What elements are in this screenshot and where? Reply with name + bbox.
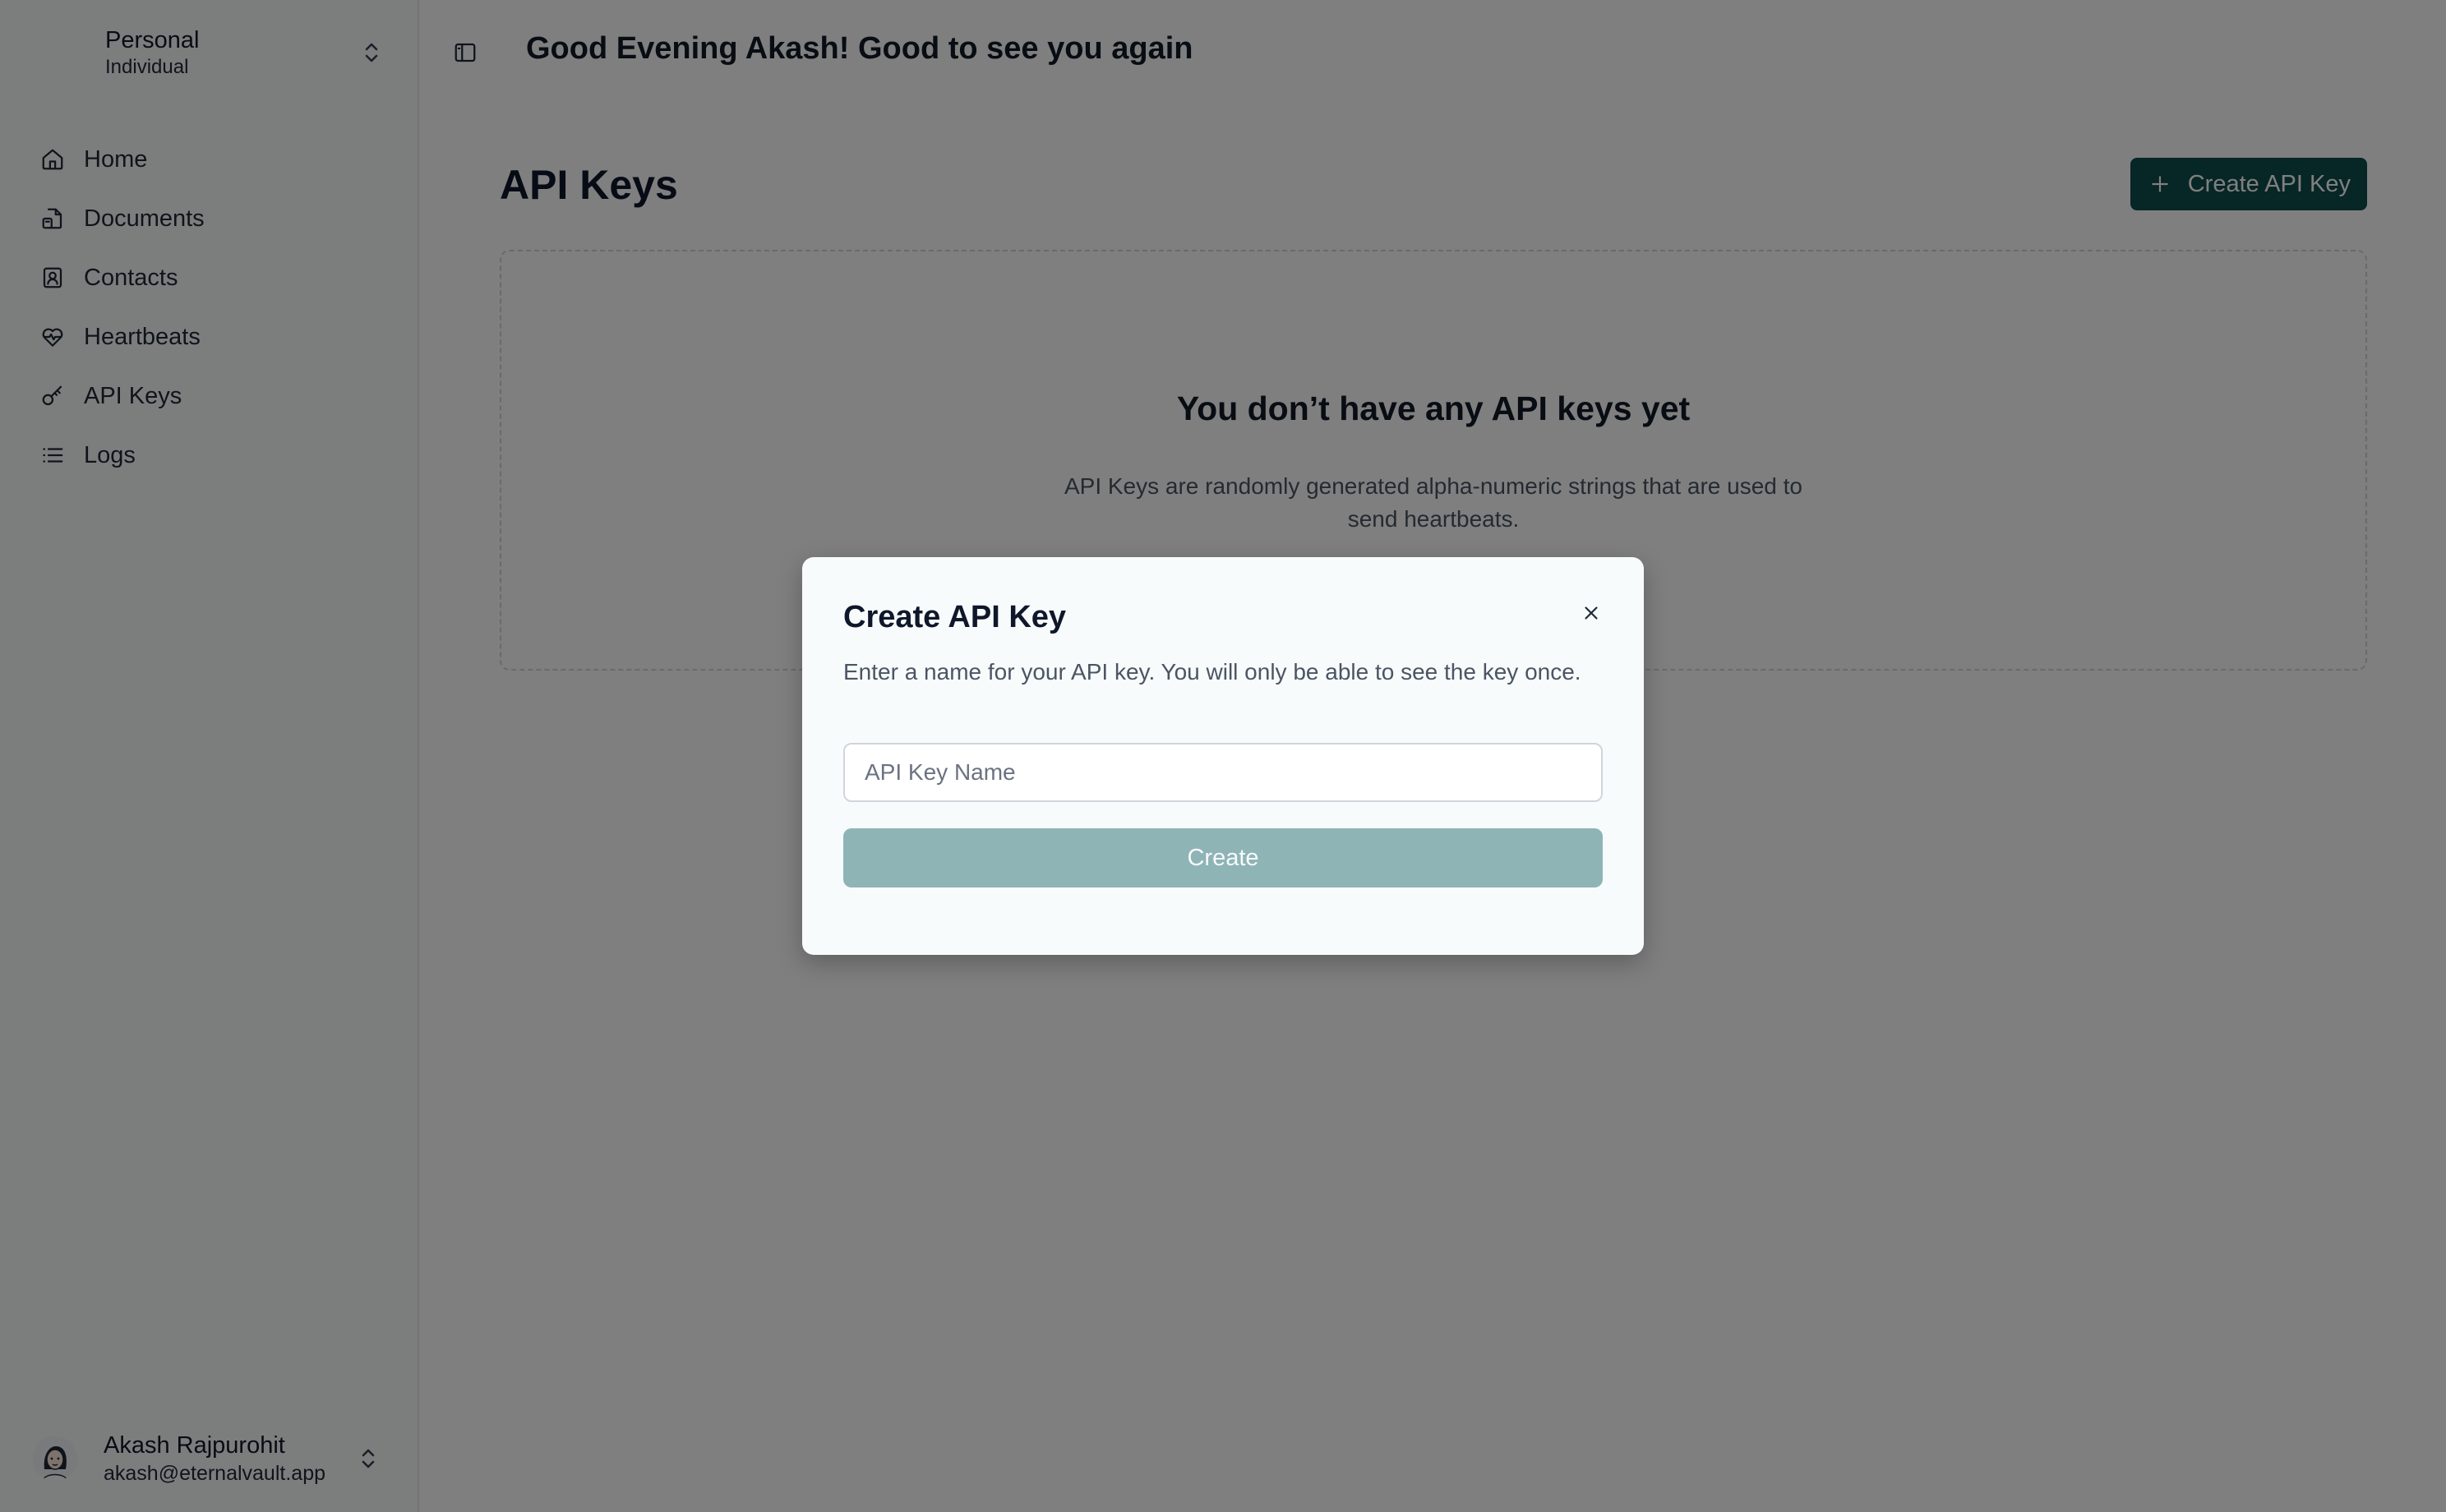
dialog-description: Enter a name for your API key. You will … <box>843 659 1581 685</box>
create-api-key-dialog: Create API Key Enter a name for your API… <box>802 557 1644 955</box>
create-button[interactable]: Create <box>843 828 1603 887</box>
dialog-title: Create API Key <box>843 600 1067 634</box>
close-icon <box>1585 606 1598 620</box>
api-key-name-input[interactable] <box>843 743 1603 802</box>
close-button[interactable] <box>1576 598 1606 628</box>
